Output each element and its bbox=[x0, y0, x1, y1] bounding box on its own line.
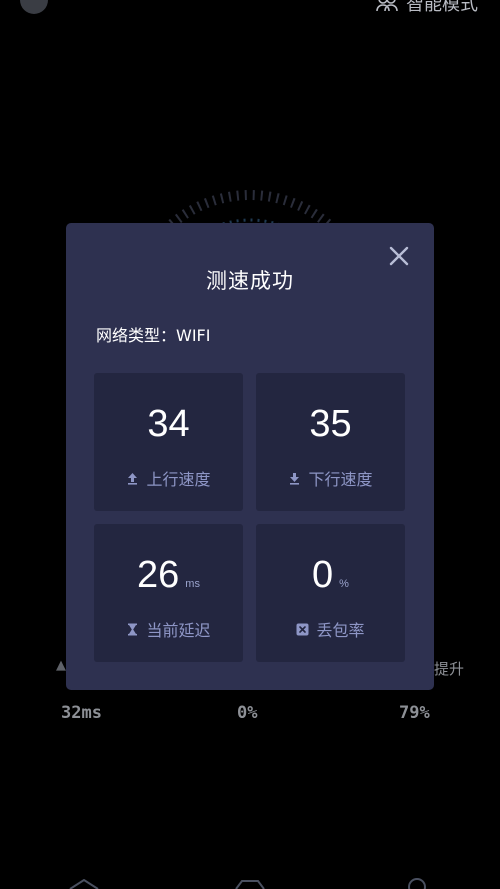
packet-loss-label: 丢包率 bbox=[316, 621, 365, 640]
download-speed-label: 下行速度 bbox=[308, 470, 373, 489]
upload-speed-card: 34 上行速度 bbox=[94, 373, 243, 511]
network-type-label: 网络类型： bbox=[96, 326, 177, 345]
latency-card: 26 ms 当前延迟 bbox=[94, 524, 243, 662]
packet-loss-unit: % bbox=[339, 578, 349, 590]
packet-loss-card: 0% 丢包率 bbox=[256, 524, 405, 662]
download-icon bbox=[290, 472, 300, 485]
upload-speed-value: 34 bbox=[147, 403, 190, 445]
speed-test-result-dialog: 测速成功 网络类型：WIFI 34 上行速度 35 下行速度 26 ms 当前延… bbox=[66, 223, 434, 690]
latency-value: 26 bbox=[137, 554, 180, 596]
dialog-title: 测速成功 bbox=[206, 269, 294, 293]
network-type: 网络类型：WIFI bbox=[96, 322, 210, 346]
hourglass-icon bbox=[128, 623, 138, 635]
upload-icon bbox=[128, 472, 138, 485]
packet-loss-value: 0 bbox=[312, 554, 334, 596]
close-icon[interactable] bbox=[388, 245, 410, 267]
upload-speed-label: 上行速度 bbox=[146, 470, 211, 489]
download-speed-card: 35 下行速度 bbox=[256, 373, 405, 511]
download-speed-value: 35 bbox=[309, 403, 352, 445]
close-box-icon bbox=[296, 623, 309, 635]
network-type-value: WIFI bbox=[176, 326, 211, 345]
latency-unit: ms bbox=[185, 578, 200, 590]
latency-label: 当前延迟 bbox=[146, 621, 211, 640]
